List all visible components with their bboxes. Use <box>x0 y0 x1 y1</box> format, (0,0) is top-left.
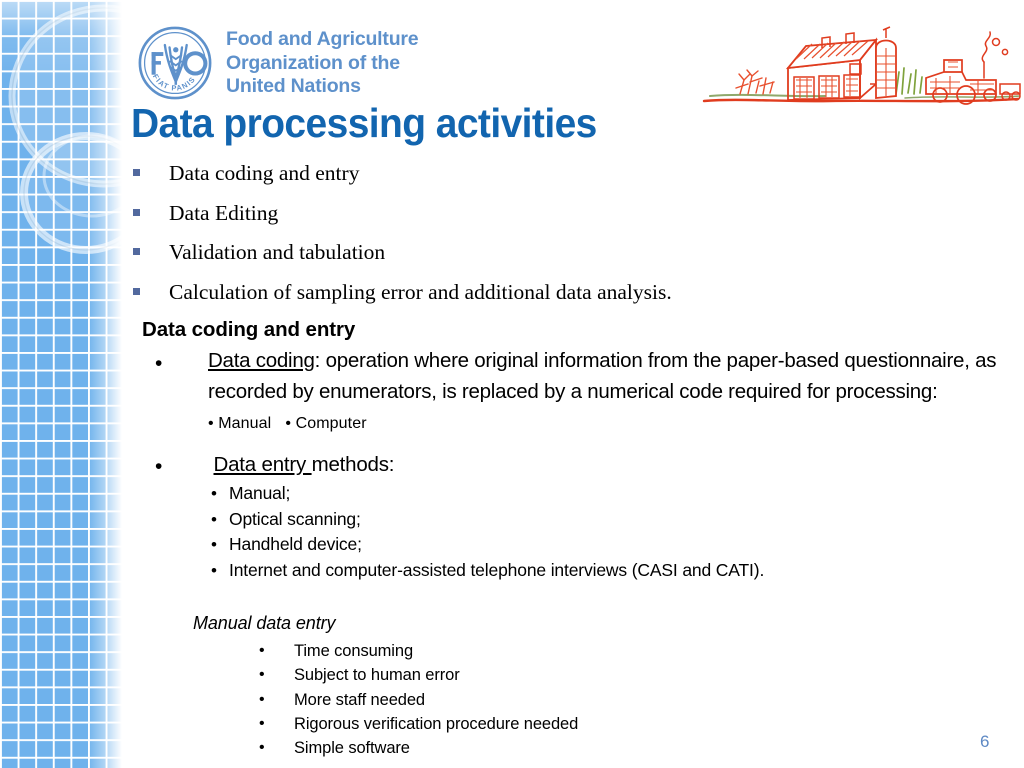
list-item-label: Calculation of sampling error and additi… <box>169 279 672 304</box>
farm-illustration <box>700 22 1024 114</box>
bullet-icon: • <box>259 690 265 708</box>
list-item-label: Time consuming <box>294 642 414 660</box>
list-item-label: Simple software <box>294 739 410 758</box>
bullet-icon: • <box>259 642 265 659</box>
manual-data-entry-block: Manual data entry • Time consuming • Sub… <box>193 611 893 760</box>
list-item: Data coding and entry <box>131 158 911 198</box>
bullet-icon: • <box>285 415 292 432</box>
square-bullet-icon <box>133 287 140 295</box>
data-entry-methods-list: • Manual; • Optical scanning; • Handheld… <box>208 481 955 583</box>
list-item-label: More staff needed <box>294 690 426 709</box>
square-bullet-icon <box>133 208 140 216</box>
bullet-icon: • <box>208 415 214 432</box>
fao-emblem-icon: FIAT PANIS <box>138 26 212 100</box>
list-item: • Optical scanning; <box>208 507 955 533</box>
square-bullet-icon <box>133 248 140 255</box>
manual-data-entry-list: • Time consuming • Subject to human erro… <box>255 639 893 760</box>
manual-data-entry-heading: Manual data entry <box>193 613 336 633</box>
bullet-icon: • <box>155 455 163 478</box>
fao-logo: FIAT PANIS Food and Agriculture Organiza… <box>136 24 419 102</box>
fao-wordmark-line-2: Organization of the <box>226 51 400 74</box>
farm-sketch-icon <box>702 26 1021 105</box>
data-entry-term: Data entry <box>213 453 312 476</box>
square-bullet-icon <box>133 169 140 176</box>
list-item: • Handheld device; <box>208 532 955 558</box>
data-entry-heading: Data entry methods: <box>208 450 955 479</box>
fao-wordmark: Food and Agriculture Organization of the… <box>226 28 419 99</box>
list-item: • More staff needed <box>255 688 893 712</box>
data-processing-activities-list: Data coding and entry Data Editing Valid… <box>131 158 911 316</box>
bullet-icon: • <box>155 352 163 375</box>
list-item: • Simple software <box>255 736 893 760</box>
data-coding-term: Data coding <box>208 349 315 372</box>
data-entry-heading-rest: methods: <box>311 453 395 476</box>
list-item-label: Subject to human error <box>294 666 460 685</box>
list-item: Data Editing <box>131 198 911 238</box>
list-item: Calculation of sampling error and additi… <box>131 277 911 317</box>
inline-option-label: Computer <box>295 415 367 432</box>
section-heading: Data coding and entry <box>142 318 356 341</box>
bullet-icon: • <box>211 535 217 554</box>
list-item: • Subject to human error <box>255 663 893 687</box>
data-coding-paragraph: Data coding: operation where original in… <box>208 346 1000 440</box>
decorative-sidebar-panel <box>0 0 122 768</box>
inline-option-computer: • Computer <box>285 415 366 432</box>
list-item-label: Rigorous verification procedure needed <box>294 714 579 733</box>
bullet-icon: • <box>211 560 217 580</box>
list-item: • Internet and computer-assisted telepho… <box>208 558 955 584</box>
list-item-label: Optical scanning; <box>229 508 361 529</box>
list-item-label: Handheld device; <box>229 534 362 554</box>
list-item-label: Validation and tabulation <box>169 240 386 264</box>
bullet-icon: • <box>211 509 217 529</box>
page-title: Data processing activities <box>131 100 597 146</box>
list-item: • Rigorous verification procedure needed <box>255 712 893 736</box>
page-number: 6 <box>980 732 990 751</box>
list-item-label: Internet and computer-assisted telephone… <box>229 559 765 580</box>
list-item-label: Data Editing <box>169 200 279 225</box>
list-item-label: Manual; <box>229 483 291 503</box>
list-item: • Manual; <box>208 481 955 507</box>
inline-option-label: Manual <box>218 415 272 432</box>
sidebar-grid-graphic <box>0 0 122 768</box>
list-item: Validation and tabulation <box>131 237 911 277</box>
bullet-icon: • <box>259 714 265 732</box>
bullet-icon: • <box>259 739 265 757</box>
inline-option-manual: • Manual <box>208 415 271 432</box>
data-coding-block: • Data coding: operation where original … <box>155 346 1000 440</box>
data-entry-methods-block: • Data entry methods: • Manual; • Optica… <box>155 450 955 583</box>
list-item-label: Data coding and entry <box>169 161 360 185</box>
fao-wordmark-line-1: Food and Agriculture <box>226 28 419 50</box>
bullet-icon: • <box>211 484 217 503</box>
list-item: • Time consuming <box>255 639 893 663</box>
data-coding-body: : operation where original information f… <box>208 349 997 403</box>
fao-wordmark-line-3: United Nations <box>226 75 361 97</box>
bullet-icon: • <box>259 666 265 684</box>
